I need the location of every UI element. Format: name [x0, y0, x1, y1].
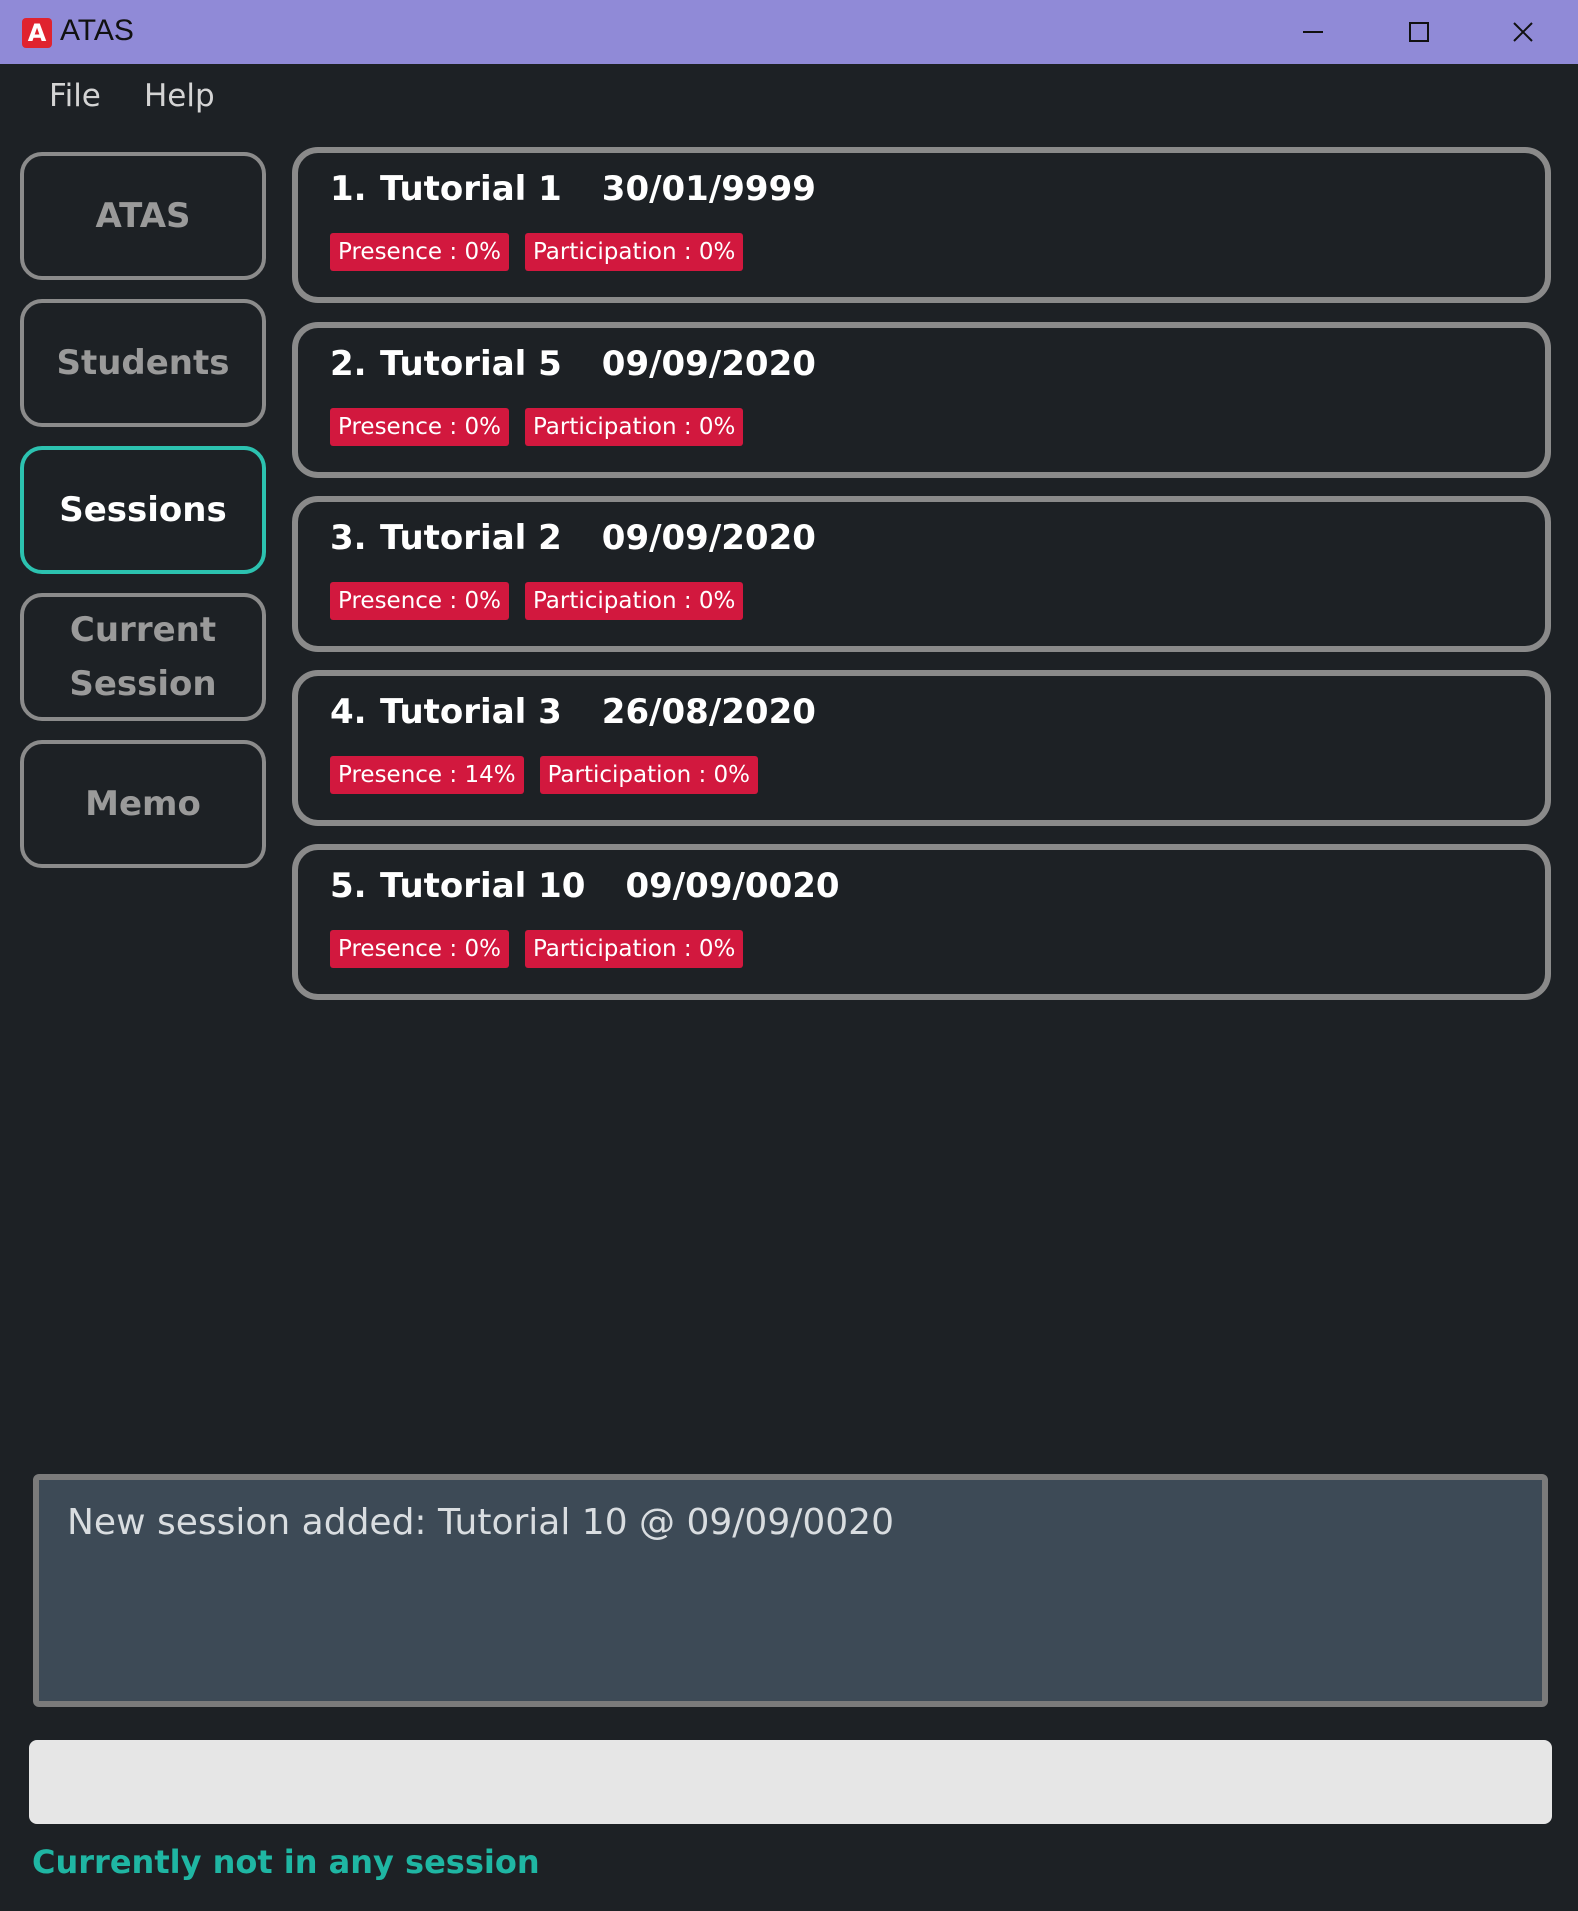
- session-card[interactable]: 5. Tutorial 10 09/09/0020 Presence : 0% Pa…: [292, 844, 1551, 1000]
- minimize-button[interactable]: [1260, 0, 1366, 64]
- session-tags: Presence : 0% Participation : 0%: [330, 582, 744, 620]
- session-date: 09/09/0020: [625, 866, 840, 906]
- session-tags: Presence : 0% Participation : 0%: [330, 930, 744, 968]
- sidebar-item-sessions[interactable]: Sessions: [20, 446, 266, 574]
- session-tags: Presence : 14% Participation : 0%: [330, 756, 759, 794]
- window-title: ATAS: [60, 14, 134, 47]
- session-name: Tutorial 2: [380, 518, 562, 558]
- session-name: Tutorial 5: [380, 344, 562, 384]
- session-title: 1. Tutorial 1 30/01/9999: [330, 169, 816, 209]
- app-window: A ATAS File Help ATAS Students Sessions …: [0, 0, 1578, 1911]
- presence-badge: Presence : 0%: [330, 930, 509, 968]
- presence-badge: Presence : 0%: [330, 233, 509, 271]
- menu-bar: File Help: [0, 64, 1578, 136]
- session-card[interactable]: 1. Tutorial 1 30/01/9999 Presence : 0% Par…: [292, 147, 1551, 303]
- session-name: Tutorial 10: [380, 866, 586, 906]
- close-icon: [1513, 22, 1533, 42]
- session-date: 09/09/2020: [601, 518, 816, 558]
- presence-badge: Presence : 0%: [330, 582, 509, 620]
- menu-file[interactable]: File: [49, 78, 101, 114]
- minimize-icon: [1303, 31, 1323, 33]
- session-index: 4.: [330, 692, 367, 732]
- session-name: Tutorial 1: [380, 169, 562, 209]
- session-name: Tutorial 3: [380, 692, 562, 732]
- participation-badge: Participation : 0%: [524, 582, 744, 620]
- result-display: New session added: Tutorial 10 @ 09/09/0…: [33, 1474, 1548, 1707]
- participation-badge: Participation : 0%: [539, 756, 759, 794]
- session-date: 30/01/9999: [601, 169, 816, 209]
- session-status: Currently not in any session: [32, 1843, 540, 1881]
- session-title: 5. Tutorial 10 09/09/0020: [330, 866, 840, 906]
- session-title: 4. Tutorial 3 26/08/2020: [330, 692, 816, 732]
- participation-badge: Participation : 0%: [524, 930, 744, 968]
- session-title: 3. Tutorial 2 09/09/2020: [330, 518, 816, 558]
- menu-help[interactable]: Help: [144, 78, 215, 114]
- session-tags: Presence : 0% Participation : 0%: [330, 408, 744, 446]
- result-message: New session added: Tutorial 10 @ 09/09/0…: [67, 1502, 894, 1543]
- participation-badge: Participation : 0%: [524, 233, 744, 271]
- session-card[interactable]: 3. Tutorial 2 09/09/2020 Presence : 0% Par…: [292, 496, 1551, 652]
- session-card[interactable]: 2. Tutorial 5 09/09/2020 Presence : 0% Par…: [292, 322, 1551, 478]
- close-button[interactable]: [1470, 0, 1576, 64]
- session-index: 2.: [330, 344, 367, 384]
- presence-badge: Presence : 0%: [330, 408, 509, 446]
- maximize-button[interactable]: [1366, 0, 1472, 64]
- session-index: 5.: [330, 866, 367, 906]
- participation-badge: Participation : 0%: [524, 408, 744, 446]
- presence-badge: Presence : 14%: [330, 756, 524, 794]
- session-date: 09/09/2020: [601, 344, 816, 384]
- session-index: 3.: [330, 518, 367, 558]
- sidebar-item-current-session[interactable]: Current Session: [20, 593, 266, 721]
- maximize-icon: [1409, 22, 1429, 42]
- sidebar-item-memo[interactable]: Memo: [20, 740, 266, 868]
- session-tags: Presence : 0% Participation : 0%: [330, 233, 744, 271]
- sidebar-item-students[interactable]: Students: [20, 299, 266, 427]
- app-logo-icon: A: [22, 18, 52, 48]
- title-bar: A ATAS: [0, 0, 1578, 64]
- command-input[interactable]: [29, 1740, 1552, 1824]
- sidebar-item-atas[interactable]: ATAS: [20, 152, 266, 280]
- session-card[interactable]: 4. Tutorial 3 26/08/2020 Presence : 14% Pa…: [292, 670, 1551, 826]
- session-index: 1.: [330, 169, 367, 209]
- session-date: 26/08/2020: [601, 692, 816, 732]
- session-title: 2. Tutorial 5 09/09/2020: [330, 344, 816, 384]
